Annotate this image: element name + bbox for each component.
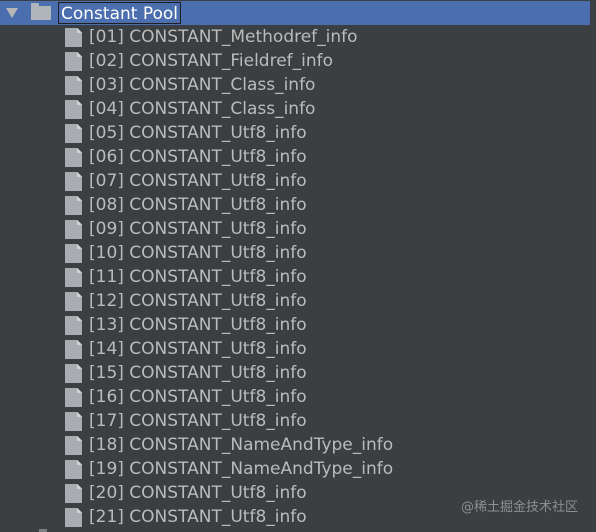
tree-item[interactable]: [18] CONSTANT_NameAndType_info: [0, 433, 596, 457]
file-fold-icon: [77, 76, 82, 81]
tree-item[interactable]: [10] CONSTANT_Utf8_info: [0, 241, 596, 265]
tree-item-label: [16] CONSTANT_Utf8_info: [89, 387, 307, 407]
tree-item-label: [10] CONSTANT_Utf8_info: [89, 243, 307, 263]
file-fold-icon: [77, 484, 82, 489]
folder-body-shape: [31, 6, 51, 20]
tree-item-label: [05] CONSTANT_Utf8_info: [89, 123, 307, 143]
tree-item[interactable]: [09] CONSTANT_Utf8_info: [0, 217, 596, 241]
tree-item-label: [03] CONSTANT_Class_info: [89, 75, 316, 95]
file-fold-icon: [77, 172, 82, 177]
tree-item[interactable]: [01] CONSTANT_Methodref_info: [0, 25, 596, 49]
tree-item-label: [12] CONSTANT_Utf8_info: [89, 291, 307, 311]
tree-item-label: [11] CONSTANT_Utf8_info: [89, 267, 307, 287]
tree-item-label: [08] CONSTANT_Utf8_info: [89, 195, 307, 215]
tree-item[interactable]: [13] CONSTANT_Utf8_info: [0, 313, 596, 337]
file-fold-icon: [77, 388, 82, 393]
file-fold-icon: [77, 100, 82, 105]
file-fold-icon: [77, 196, 82, 201]
file-fold-icon: [77, 292, 82, 297]
file-fold-icon: [77, 436, 82, 441]
watermark-text: @稀土掘金技术社区: [460, 500, 578, 515]
tree-node-label: Constant Pool: [58, 2, 181, 24]
tree-item[interactable]: [15] CONSTANT_Utf8_info: [0, 361, 596, 385]
tree-item[interactable]: [16] CONSTANT_Utf8_info: [0, 385, 596, 409]
file-fold-icon: [77, 316, 82, 321]
tree-item[interactable]: [03] CONSTANT_Class_info: [0, 73, 596, 97]
tree-item[interactable]: [17] CONSTANT_Utf8_info: [0, 409, 596, 433]
tree-item[interactable]: [11] CONSTANT_Utf8_info: [0, 265, 596, 289]
tree-item-label: [06] CONSTANT_Utf8_info: [89, 147, 307, 167]
tree-item-label: [15] CONSTANT_Utf8_info: [89, 363, 307, 383]
file-fold-icon: [77, 460, 82, 465]
tree-item[interactable]: [19] CONSTANT_NameAndType_info: [0, 457, 596, 481]
tree-item-label: [07] CONSTANT_Utf8_info: [89, 171, 307, 191]
tree-node-constant-pool[interactable]: Constant Pool: [0, 1, 596, 25]
file-fold-icon: [77, 268, 82, 273]
tree-item-label: [02] CONSTANT_Fieldref_info: [89, 51, 334, 71]
file-fold-icon: [77, 28, 82, 33]
file-fold-icon: [77, 364, 82, 369]
tree-item-label: [20] CONSTANT_Utf8_info: [89, 483, 307, 503]
tree-item[interactable]: [12] CONSTANT_Utf8_info: [0, 289, 596, 313]
file-fold-icon: [77, 412, 82, 417]
tree-item-label: [17] CONSTANT_Utf8_info: [89, 411, 307, 431]
file-fold-icon: [77, 244, 82, 249]
file-fold-icon: [77, 340, 82, 345]
file-fold-icon: [77, 52, 82, 57]
tree-item[interactable]: [06] CONSTANT_Utf8_info: [0, 145, 596, 169]
tree-item-label: [21] CONSTANT_Utf8_info: [89, 507, 307, 527]
tree-item[interactable]: [04] CONSTANT_Class_info: [0, 97, 596, 121]
tree-item[interactable]: [14] CONSTANT_Utf8_info: [0, 337, 596, 361]
tree-item-label: [18] CONSTANT_NameAndType_info: [89, 435, 394, 455]
tree-item[interactable]: [05] CONSTANT_Utf8_info: [0, 121, 596, 145]
tree-item-label: [19] CONSTANT_NameAndType_info: [89, 459, 394, 479]
tree-item-label: [04] CONSTANT_Class_info: [89, 99, 316, 119]
file-fold-icon: [77, 124, 82, 129]
file-fold-icon: [77, 508, 82, 513]
file-fold-icon: [77, 148, 82, 153]
chevron-down-icon[interactable]: [6, 8, 18, 18]
tree-item[interactable]: [08] CONSTANT_Utf8_info: [0, 193, 596, 217]
tree-item-label: [13] CONSTANT_Utf8_info: [89, 315, 307, 335]
tree-item[interactable]: [02] CONSTANT_Fieldref_info: [0, 49, 596, 73]
tree-item-label: [14] CONSTANT_Utf8_info: [89, 339, 307, 359]
constant-pool-tree: Constant Pool [01] CONSTANT_Methodref_in…: [0, 0, 596, 532]
tree-item[interactable]: [07] CONSTANT_Utf8_info: [0, 169, 596, 193]
tree-item-label: [01] CONSTANT_Methodref_info: [89, 27, 358, 47]
folder-icon: [31, 3, 51, 21]
tree-item-label: [09] CONSTANT_Utf8_info: [89, 219, 307, 239]
file-fold-icon: [77, 220, 82, 225]
